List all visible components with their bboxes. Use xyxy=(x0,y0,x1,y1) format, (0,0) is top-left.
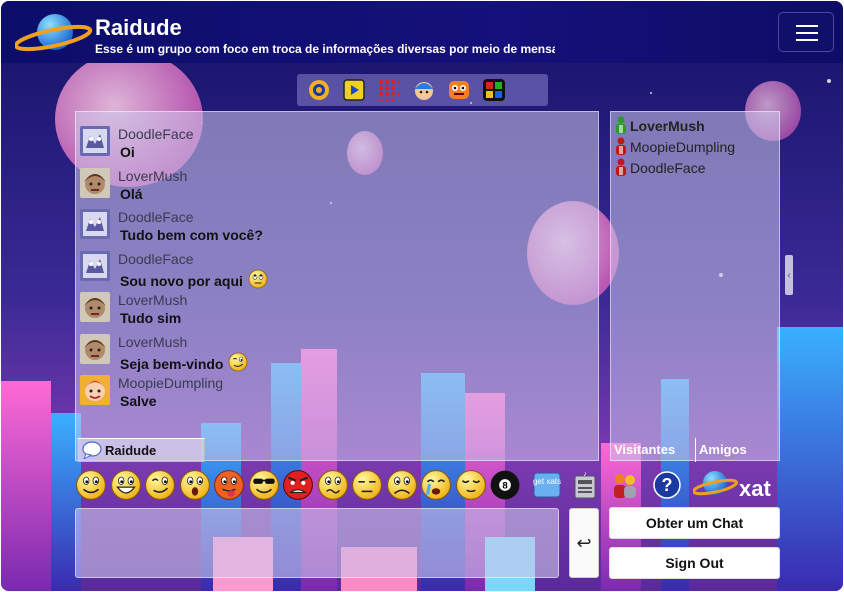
sound-icon[interactable]: ♪ xyxy=(569,467,601,503)
user-name: MoopieDumpling xyxy=(630,139,736,155)
xat-ring-icon[interactable] xyxy=(307,78,331,102)
message-row: DoodleFace Sou novo por aqui xyxy=(80,251,580,291)
four-squares-icon[interactable] xyxy=(482,78,506,102)
message-row: MoopieDumpling Salve xyxy=(80,375,580,415)
user-list-item[interactable]: MoopieDumpling xyxy=(615,137,735,157)
chat-app: Raidude Esse é um grupo com foco em troc… xyxy=(1,1,843,591)
user-name: LoverMush xyxy=(630,118,705,134)
message-row: LoverMush Seja bem-vindo xyxy=(80,334,580,374)
user-status-icon xyxy=(615,116,627,137)
speech-bubble-icon xyxy=(82,441,102,459)
message-row: LoverMush Tudo sim xyxy=(80,292,580,332)
svg-text:8: 8 xyxy=(502,481,508,492)
message-row: DoodleFace Tudo bem com você? xyxy=(80,209,580,249)
crying-smiley-icon[interactable] xyxy=(420,469,452,501)
orange-face-icon[interactable] xyxy=(447,78,471,102)
user-list-item[interactable]: LoverMush xyxy=(615,116,705,136)
message-text: Olá xyxy=(120,186,143,202)
menu-button[interactable] xyxy=(778,12,834,52)
planet-logo-icon xyxy=(15,14,93,52)
tongue-smiley-icon[interactable] xyxy=(213,469,245,501)
message-text: Oi xyxy=(120,144,135,160)
hamburger-icon xyxy=(796,25,818,27)
message-text-content: Sou novo por aqui xyxy=(120,272,243,289)
message-list[interactable]: DoodleFace Oi LoverMush Olá DoodleFace Tudo b… xyxy=(75,111,599,461)
blue-avatar-icon[interactable] xyxy=(412,78,436,102)
wink-smiley-icon xyxy=(228,352,248,375)
app-toolbar xyxy=(297,74,548,106)
user-status-icon xyxy=(615,137,627,158)
message-username[interactable]: DoodleFace xyxy=(118,209,194,225)
users-group-icon[interactable] xyxy=(609,467,641,503)
get-chat-button[interactable]: Obter um Chat xyxy=(609,507,780,539)
collapse-handle[interactable]: ‹ xyxy=(785,255,793,295)
chevron-left-icon: ‹ xyxy=(787,269,791,281)
avatar[interactable] xyxy=(80,292,110,322)
user-list-item[interactable]: DoodleFace xyxy=(615,158,706,178)
angry-smiley-icon[interactable] xyxy=(282,469,314,501)
sleepy-smiley-icon[interactable] xyxy=(351,469,383,501)
user-name: DoodleFace xyxy=(630,160,706,176)
header: Raidude Esse é um grupo com foco em troc… xyxy=(1,1,843,63)
xat-logo-label: xat xyxy=(739,476,771,501)
smile-smiley-icon[interactable] xyxy=(75,469,107,501)
tab-friends[interactable]: Amigos xyxy=(695,438,779,462)
message-row: LoverMush Olá xyxy=(80,168,580,208)
media-player-icon[interactable] xyxy=(342,78,366,102)
sign-out-button[interactable]: Sign Out xyxy=(609,547,780,579)
avatar[interactable] xyxy=(80,168,110,198)
message-text: Sou novo por aqui xyxy=(120,269,268,292)
message-text-content: Seja bem-vindo xyxy=(120,355,224,372)
avatar[interactable] xyxy=(80,126,110,156)
message-username[interactable]: LoverMush xyxy=(118,168,187,184)
wink-smiley-icon[interactable] xyxy=(144,469,176,501)
get-xats-label: get xats xyxy=(533,477,561,486)
xat-logo-icon: xat xyxy=(693,471,771,501)
grid-dots-icon[interactable] xyxy=(377,78,401,102)
app-title: Raidude xyxy=(95,15,182,40)
get-xats-button[interactable]: get xats xyxy=(531,467,563,503)
surprised-smiley-icon[interactable] xyxy=(179,469,211,501)
app-subtitle: Esse é um grupo com foco em troca de inf… xyxy=(95,42,555,56)
message-text: Tudo sim xyxy=(120,310,181,326)
message-text-content: Oi xyxy=(120,144,135,160)
message-input[interactable] xyxy=(75,508,559,578)
message-text: Tudo bem com você? xyxy=(120,227,263,243)
sad-smiley-icon[interactable] xyxy=(386,469,418,501)
cool-smiley-icon[interactable] xyxy=(248,469,280,501)
eight-ball-icon[interactable]: 8 xyxy=(489,469,521,501)
svg-text:?: ? xyxy=(662,475,673,495)
message-username[interactable]: DoodleFace xyxy=(118,251,194,267)
message-text-content: Olá xyxy=(120,186,143,202)
avatar[interactable] xyxy=(80,251,110,281)
avatar[interactable] xyxy=(80,209,110,239)
message-row: DoodleFace Oi xyxy=(80,126,580,166)
message-username[interactable]: MoopieDumpling xyxy=(118,375,223,391)
user-list[interactable]: LoverMush MoopieDumpling DoodleFace xyxy=(610,111,780,461)
smiley-bar: 8 xyxy=(75,469,595,503)
rolling-eyes-smiley-icon xyxy=(248,269,268,292)
big-grin-smiley-icon[interactable] xyxy=(110,469,142,501)
message-text-content: Salve xyxy=(120,393,157,409)
avatar[interactable] xyxy=(80,375,110,405)
tab-visitors[interactable]: Visitantes xyxy=(611,438,695,462)
help-icon[interactable]: ? xyxy=(651,467,683,503)
avatar[interactable] xyxy=(80,334,110,364)
message-text: Seja bem-vindo xyxy=(120,352,248,375)
user-status-icon xyxy=(615,158,627,179)
message-username[interactable]: DoodleFace xyxy=(118,126,194,142)
message-text: Salve xyxy=(120,393,157,409)
message-text-content: Tudo sim xyxy=(120,310,182,326)
message-username[interactable]: LoverMush xyxy=(118,292,187,308)
confused-smiley-icon[interactable] xyxy=(317,469,349,501)
message-username[interactable]: LoverMush xyxy=(118,334,187,350)
message-text-content: Tudo bem com você? xyxy=(120,227,263,243)
svg-text:♪: ♪ xyxy=(583,471,587,478)
tab-chat-label: Raidude xyxy=(105,442,157,458)
tab-chat[interactable]: Raidude xyxy=(77,438,205,462)
pleased-smiley-icon[interactable] xyxy=(455,469,487,501)
send-button[interactable]: ↩ xyxy=(569,508,599,578)
